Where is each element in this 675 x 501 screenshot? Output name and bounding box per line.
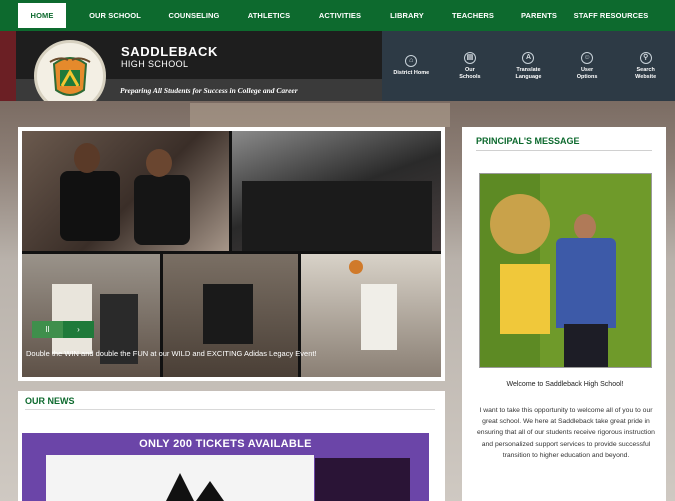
slideshow[interactable]: [22, 131, 441, 377]
school-crest-icon: [49, 57, 91, 96]
translate-label: Translate Language: [515, 66, 542, 80]
header-links: ⌂ District Home ▤ Our Schools A Translat…: [382, 31, 675, 101]
principal-head: [574, 214, 596, 240]
school-tagline: Preparing All Students for Success in Co…: [120, 86, 298, 95]
mascot-letter: [500, 264, 550, 334]
nav-athletics[interactable]: ATHLETICS: [234, 0, 304, 31]
district-home-label: District Home: [393, 70, 430, 77]
principal-divider: [476, 150, 652, 151]
school-subtitle: HIGH SCHOOL: [121, 59, 189, 69]
nav-parents[interactable]: PARENTS: [508, 0, 570, 31]
player-jersey: [361, 284, 397, 350]
district-home-link[interactable]: ⌂ District Home: [382, 31, 441, 101]
principal-welcome: Welcome to Saddleback High School!: [506, 381, 624, 388]
promo-photo: [315, 458, 410, 501]
translate-link[interactable]: A Translate Language: [499, 31, 558, 101]
translate-icon: A: [522, 51, 535, 64]
student-shirt-2: [134, 175, 190, 245]
principal-suit: [556, 238, 616, 328]
slide-photo-4: [163, 254, 298, 377]
search-icon: ⚲: [639, 51, 652, 64]
nav-library[interactable]: LIBRARY: [376, 0, 438, 31]
nav-counseling[interactable]: COUNSELING: [154, 0, 234, 31]
promo-image: [46, 455, 314, 501]
nav-our-school[interactable]: OUR SCHOOL: [76, 0, 154, 31]
house-icon: ⌂: [405, 55, 418, 68]
principal-title: PRINCIPAL'S MESSAGE: [476, 136, 580, 146]
nav-teachers[interactable]: TEACHERS: [438, 0, 508, 31]
our-schools-link[interactable]: ▤ Our Schools: [441, 31, 500, 101]
nav-activities[interactable]: ACTIVITIES: [304, 0, 376, 31]
user-options-link[interactable]: ☺ User Options: [558, 31, 617, 101]
promo-logo-icon: [166, 473, 224, 501]
slide-photo-3: [22, 254, 160, 377]
search-website-label: Search Website: [635, 66, 657, 80]
slideshow-controls: II ›: [32, 321, 94, 338]
principal-photo: [479, 173, 652, 368]
top-nav: HOME OUR SCHOOL COUNSELING ATHLETICS ACT…: [0, 0, 675, 31]
next-button[interactable]: ›: [63, 321, 94, 338]
slide-photo-1: [22, 131, 229, 251]
nav-home[interactable]: HOME: [18, 0, 66, 31]
news-title: OUR NEWS: [25, 396, 75, 406]
nav-staff-resources[interactable]: STAFF RESOURCES: [570, 0, 652, 31]
crowd-shape: [242, 181, 432, 251]
student-head-2: [146, 149, 172, 177]
mascot-head: [490, 194, 550, 254]
pause-button[interactable]: II: [32, 321, 63, 338]
student-head-1: [74, 143, 100, 173]
slideshow-caption[interactable]: Double the WIN and double the FUN at our…: [26, 349, 436, 358]
our-schools-label: Our Schools: [459, 66, 481, 80]
promo-headline: ONLY 200 TICKETS AVAILABLE: [139, 438, 312, 450]
background-banner: [190, 103, 450, 127]
user-options-label: User Options: [576, 66, 598, 80]
slide-photo-5: [301, 254, 441, 377]
schools-icon: ▤: [463, 51, 476, 64]
player-white: [52, 284, 92, 354]
search-website-link[interactable]: ⚲ Search Website: [616, 31, 675, 101]
user-icon: ☺: [581, 51, 594, 64]
student-shirt-1: [60, 171, 120, 241]
principal-pants: [564, 324, 608, 367]
school-name: SADDLEBACK: [121, 44, 218, 59]
slide-photo-2: [232, 131, 441, 251]
player-black: [203, 284, 253, 344]
news-divider: [25, 409, 435, 410]
basketball-icon: [349, 260, 363, 274]
principal-message: I want to take this opportunity to welco…: [477, 407, 655, 459]
